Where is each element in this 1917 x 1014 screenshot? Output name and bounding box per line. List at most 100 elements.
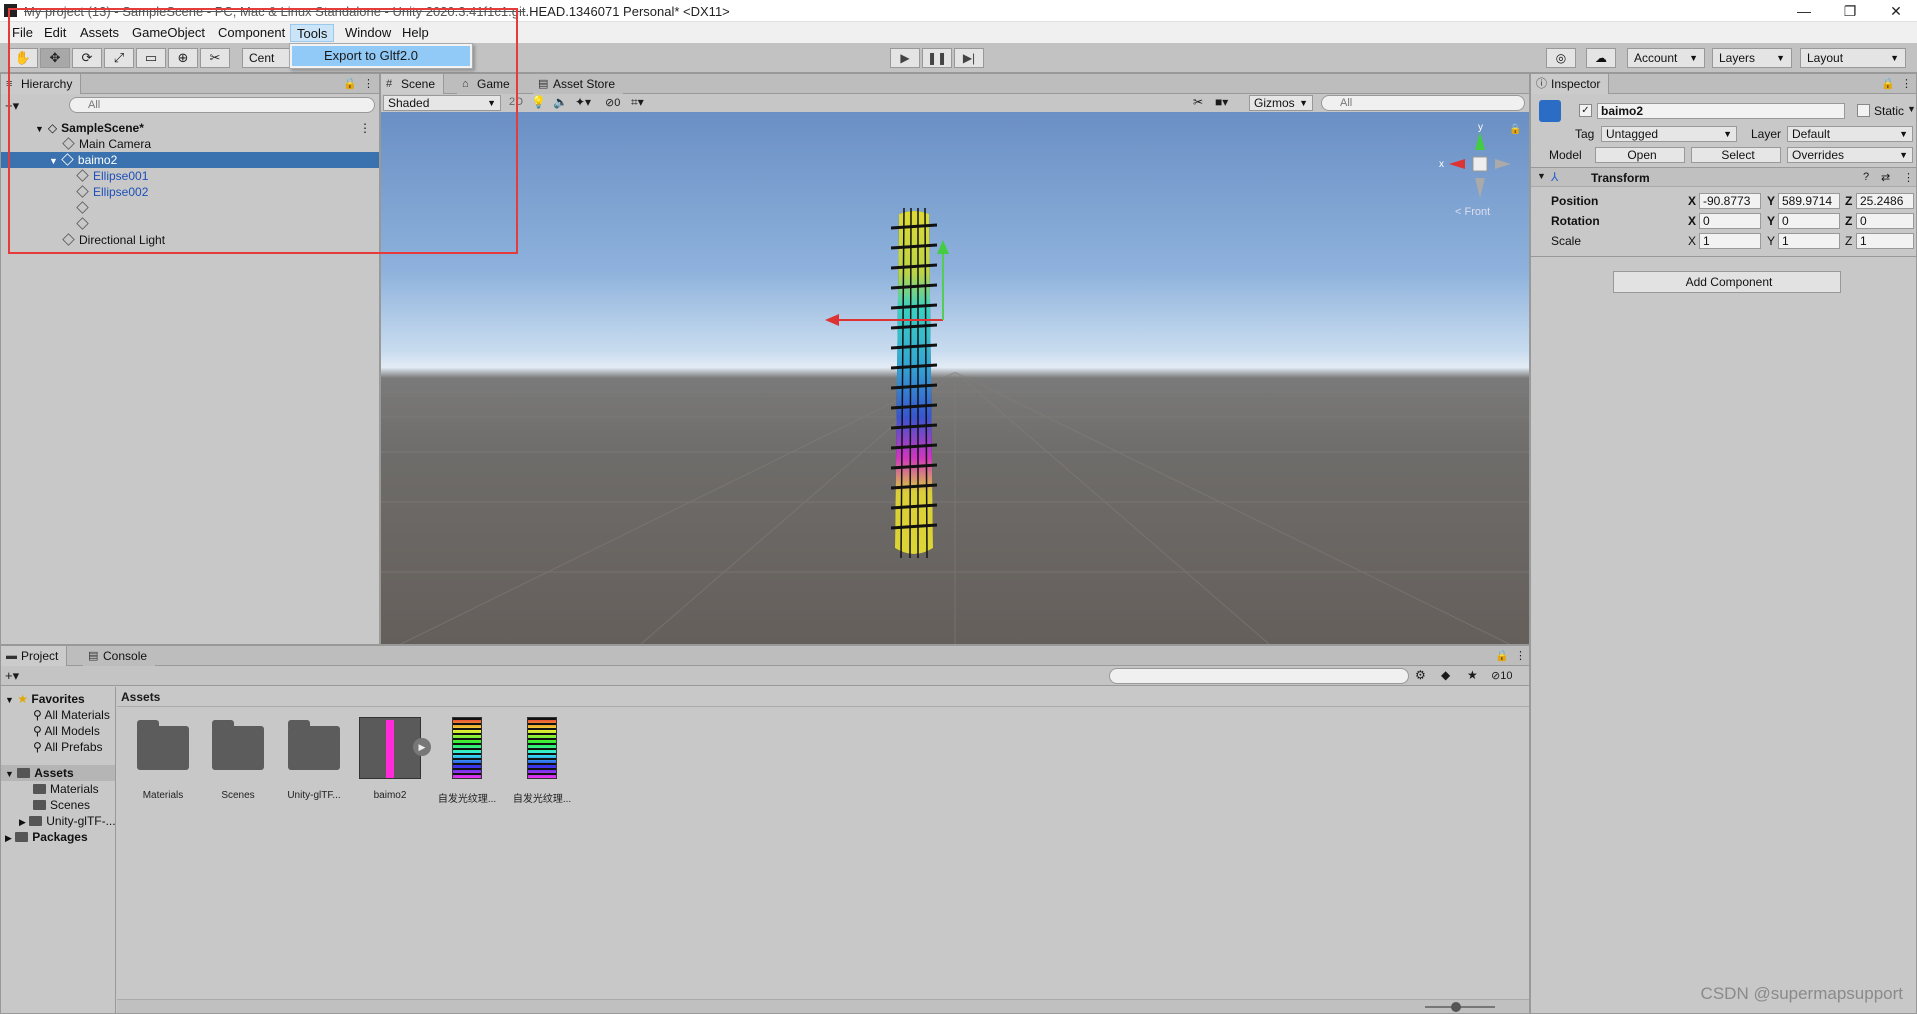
tools-settings-icon[interactable]: ✂ bbox=[1193, 95, 1203, 109]
object-name-input[interactable]: baimo2 bbox=[1597, 103, 1845, 119]
tab-asset-store[interactable]: ▤ Asset Store bbox=[533, 74, 624, 94]
cloud-icon[interactable]: ☁ bbox=[1586, 48, 1616, 68]
pause-button[interactable]: ❚❚ bbox=[922, 48, 952, 68]
orientation-gizmo[interactable]: y x bbox=[1435, 122, 1525, 212]
restore-button[interactable]: ❐ bbox=[1827, 0, 1873, 22]
move-gizmo[interactable] bbox=[821, 230, 971, 340]
asset-tile-unity-gltf[interactable]: Unity-glTF... bbox=[279, 712, 349, 801]
tag-dropdown[interactable]: Untagged ▼ bbox=[1601, 126, 1737, 142]
project-lock-icon[interactable]: 🔒 bbox=[1495, 649, 1509, 662]
zoom-slider-handle[interactable] bbox=[1451, 1002, 1461, 1012]
layer-dropdown[interactable]: Default ▼ bbox=[1787, 126, 1913, 142]
account-dropdown[interactable]: Account ▼ bbox=[1627, 48, 1705, 68]
close-button[interactable]: ✕ bbox=[1873, 0, 1917, 22]
tab-console[interactable]: ▤ Console bbox=[83, 646, 156, 666]
scene-search-input[interactable]: All bbox=[1321, 95, 1525, 111]
project-panel: ▬ Project ▤ Console 🔒 ⋮ +▾ ⚙ ◆ ★ ⊘10 ▼ ★ F… bbox=[0, 645, 1530, 1014]
asset-tile-scenes[interactable]: Scenes bbox=[203, 712, 273, 801]
position-y-field[interactable]: 589.9714 bbox=[1778, 193, 1840, 209]
static-label: Static bbox=[1874, 104, 1905, 118]
static-checkbox[interactable] bbox=[1857, 104, 1870, 117]
position-x-field[interactable]: -90.8773 bbox=[1699, 193, 1761, 209]
rotation-z-field[interactable]: 0 bbox=[1856, 213, 1914, 229]
transform-header[interactable]: ▼ ⅄ Transform ? ⇄ ⋮ bbox=[1531, 167, 1916, 187]
rotation-y-field[interactable]: 0 bbox=[1778, 213, 1840, 229]
overrides-dropdown[interactable]: Overrides ▼ bbox=[1787, 147, 1913, 163]
folder-tab-icon: ▬ bbox=[6, 650, 17, 662]
folder-icon bbox=[137, 720, 189, 770]
asset-tile-emissive-texture-2[interactable]: 自发光纹理... bbox=[507, 712, 577, 805]
scene-tab-strip: # Scene ⌂ Game ▤ Asset Store bbox=[381, 74, 1529, 94]
tree-folder-materials[interactable]: Materials bbox=[1, 781, 99, 797]
folder-icon bbox=[33, 784, 46, 794]
camera-icon[interactable]: ■▾ bbox=[1215, 95, 1228, 109]
search-icon: ⚲ bbox=[33, 740, 42, 754]
static-dropdown-arrow[interactable]: ▼ bbox=[1907, 104, 1916, 114]
prefab-cube-icon bbox=[1539, 100, 1561, 122]
transform-title: Transform bbox=[1591, 171, 1650, 185]
component-menu-icon[interactable]: ⋮ bbox=[1903, 171, 1914, 184]
unity-editor-window: My project (13) - SampleScene - PC, Mac … bbox=[0, 0, 1917, 1014]
store-icon: ▤ bbox=[538, 78, 549, 90]
search-by-label-icon[interactable]: ◆ bbox=[1441, 668, 1450, 682]
favorite-all-materials[interactable]: ⚲ All Materials bbox=[1, 707, 110, 723]
inspector-lock-icon[interactable]: 🔒 bbox=[1881, 77, 1895, 90]
favorite-all-prefabs[interactable]: ⚲ All Prefabs bbox=[1, 739, 103, 755]
preset-icon[interactable]: ⇄ bbox=[1881, 171, 1890, 184]
folder-icon bbox=[288, 720, 340, 770]
assets-root-folder[interactable]: ▼ Assets bbox=[1, 765, 115, 781]
position-z-field[interactable]: 25.2486 bbox=[1856, 193, 1914, 209]
favorites-header[interactable]: ▼ ★ Favorites bbox=[1, 691, 85, 707]
texture-thumbnail bbox=[452, 717, 482, 779]
rotation-x-field[interactable]: 0 bbox=[1699, 213, 1761, 229]
tab-project[interactable]: ▬ Project bbox=[1, 646, 68, 666]
hidden-objects-counter[interactable]: ⊘0 bbox=[605, 96, 620, 109]
audio-toggle-icon[interactable]: 🔈 bbox=[553, 95, 568, 109]
inspector-menu-icon[interactable]: ⋮ bbox=[1901, 77, 1912, 90]
search-by-type-icon[interactable]: ⚙ bbox=[1415, 668, 1426, 682]
position-x-axis: X bbox=[1688, 194, 1697, 208]
active-checkbox[interactable]: ✓ bbox=[1579, 104, 1592, 117]
collapse-arrow-icon[interactable]: ▼ bbox=[1537, 171, 1546, 181]
open-model-button[interactable]: Open bbox=[1595, 147, 1685, 163]
inspector-tab-strip: ⓘ Inspector 🔒 ⋮ bbox=[1531, 74, 1916, 94]
select-model-button[interactable]: Select bbox=[1691, 147, 1781, 163]
asset-tile-emissive-texture-1[interactable]: 自发光纹理... bbox=[432, 712, 502, 805]
project-folder-tree: ▼ ★ Favorites ⚲ All Materials ⚲ All Mode… bbox=[1, 687, 116, 1013]
asset-tile-materials[interactable]: Materials bbox=[128, 712, 198, 801]
create-asset-plus-icon[interactable]: +▾ bbox=[5, 668, 19, 684]
grid-snap-icon[interactable]: ⌗▾ bbox=[631, 95, 644, 110]
rotation-x-axis: X bbox=[1688, 214, 1697, 228]
favorite-star-icon[interactable]: ★ bbox=[1467, 668, 1478, 682]
scale-z-field[interactable]: 1 bbox=[1856, 233, 1914, 249]
help-icon[interactable]: ? bbox=[1863, 171, 1869, 183]
gizmos-dropdown[interactable]: Gizmos ▼ bbox=[1249, 95, 1313, 111]
play-button[interactable]: ▶ bbox=[890, 48, 920, 68]
tree-folder-scenes[interactable]: Scenes bbox=[1, 797, 90, 813]
gizmo-lock-icon[interactable]: 🔒 bbox=[1509, 124, 1521, 135]
layers-dropdown[interactable]: Layers ▼ bbox=[1712, 48, 1792, 68]
project-menu-icon[interactable]: ⋮ bbox=[1515, 649, 1526, 662]
packages-folder[interactable]: ▶ Packages bbox=[1, 829, 88, 845]
gizmo-front-label[interactable]: < Front bbox=[1455, 206, 1490, 218]
scene-viewport[interactable]: y x < Front 🔒 bbox=[381, 112, 1529, 644]
hidden-packages-counter[interactable]: ⊘10 bbox=[1491, 669, 1512, 682]
tab-inspector[interactable]: ⓘ Inspector bbox=[1531, 74, 1610, 94]
effects-toggle-icon[interactable]: ✦▾ bbox=[575, 95, 591, 109]
favorite-all-models[interactable]: ⚲ All Models bbox=[1, 723, 100, 739]
project-search-input[interactable] bbox=[1109, 668, 1409, 684]
asset-tile-baimo2[interactable]: ▶ baimo2 bbox=[355, 712, 431, 801]
scale-x-field[interactable]: 1 bbox=[1699, 233, 1761, 249]
assets-breadcrumb[interactable]: Assets bbox=[121, 690, 160, 704]
layout-dropdown[interactable]: Layout ▼ bbox=[1800, 48, 1906, 68]
step-button[interactable]: ▶| bbox=[954, 48, 984, 68]
collab-icon[interactable]: ◎ bbox=[1546, 48, 1576, 68]
tree-folder-unity-gltf[interactable]: ▶ Unity-glTF-... bbox=[1, 813, 116, 829]
divider bbox=[117, 706, 1529, 707]
model-preview-icon bbox=[359, 717, 421, 779]
expand-model-icon[interactable]: ▶ bbox=[413, 738, 431, 756]
minimize-button[interactable]: — bbox=[1781, 0, 1827, 22]
lighting-toggle-icon[interactable]: 💡 bbox=[531, 95, 546, 109]
add-component-button[interactable]: Add Component bbox=[1613, 271, 1841, 293]
scale-y-field[interactable]: 1 bbox=[1778, 233, 1840, 249]
